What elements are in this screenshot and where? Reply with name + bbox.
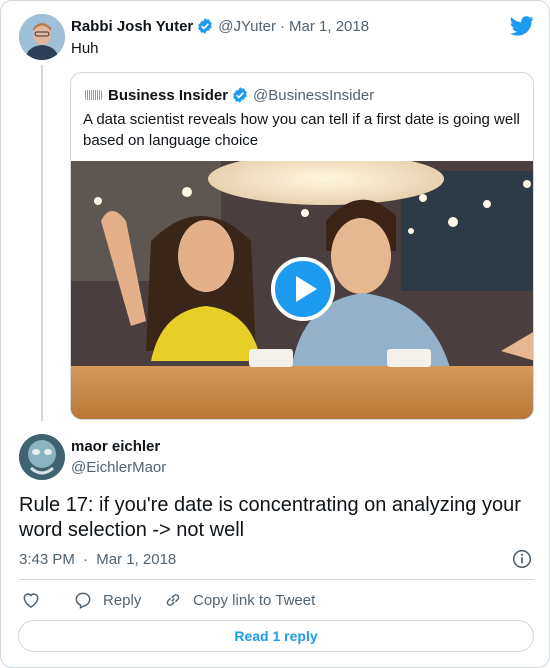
parent-tweet-header: Rabbi Josh Yuter @JYuter · Mar 1, 2018 <box>71 17 369 35</box>
quoted-tweet-header: Business Insider @BusinessInsider <box>85 86 374 104</box>
reply-icon <box>75 592 91 609</box>
author-name[interactable]: Rabbi Josh Yuter <box>71 18 193 35</box>
copy-link-button[interactable]: Copy link to Tweet <box>163 590 315 610</box>
tweet-timestamp[interactable]: 3:43 PM · Mar 1, 2018 <box>19 551 176 568</box>
tweet-date[interactable]: Mar 1, 2018 <box>289 18 369 35</box>
tweet-text: Rule 17: if you're date is concentrating… <box>19 494 521 541</box>
quoted-tweet[interactable]: Business Insider @BusinessInsider A data… <box>70 72 534 420</box>
avatar[interactable] <box>19 434 65 480</box>
heart-icon <box>23 593 39 608</box>
like-button[interactable] <box>21 590 41 610</box>
quoted-avatar <box>85 90 102 100</box>
quoted-author-handle: @BusinessInsider <box>253 86 375 104</box>
quoted-author-name: Business Insider <box>108 86 229 104</box>
author-name[interactable]: maor eichler <box>71 438 160 455</box>
separator-dot: · <box>280 17 286 35</box>
play-icon[interactable] <box>271 257 335 321</box>
reply-label: Reply <box>103 591 142 609</box>
author-handle[interactable]: @JYuter <box>218 18 276 35</box>
tweet-time: 3:43 PM <box>19 551 75 568</box>
tweet-date: Mar 1, 2018 <box>96 551 177 568</box>
reply-button[interactable]: Reply <box>73 590 141 610</box>
info-icon[interactable] <box>512 549 532 569</box>
author-handle[interactable]: @EichlerMaor <box>71 459 166 476</box>
video-thumbnail[interactable] <box>71 161 533 419</box>
tweet-embed-card: Rabbi Josh Yuter @JYuter · Mar 1, 2018 H… <box>0 0 550 668</box>
tweet-text: Huh <box>71 40 99 57</box>
divider <box>19 579 534 580</box>
verified-badge-icon <box>233 87 247 103</box>
thread-line <box>41 65 43 421</box>
separator-dot: · <box>83 551 89 568</box>
twitter-bird-icon[interactable] <box>510 16 534 36</box>
link-icon <box>166 594 180 606</box>
verified-badge-icon <box>198 18 213 34</box>
quoted-tweet-text: A data scientist reveals how you can tel… <box>83 111 520 149</box>
avatar[interactable] <box>19 14 65 60</box>
read-replies-button[interactable]: Read 1 reply <box>18 620 534 652</box>
copy-link-label: Copy link to Tweet <box>193 591 316 609</box>
